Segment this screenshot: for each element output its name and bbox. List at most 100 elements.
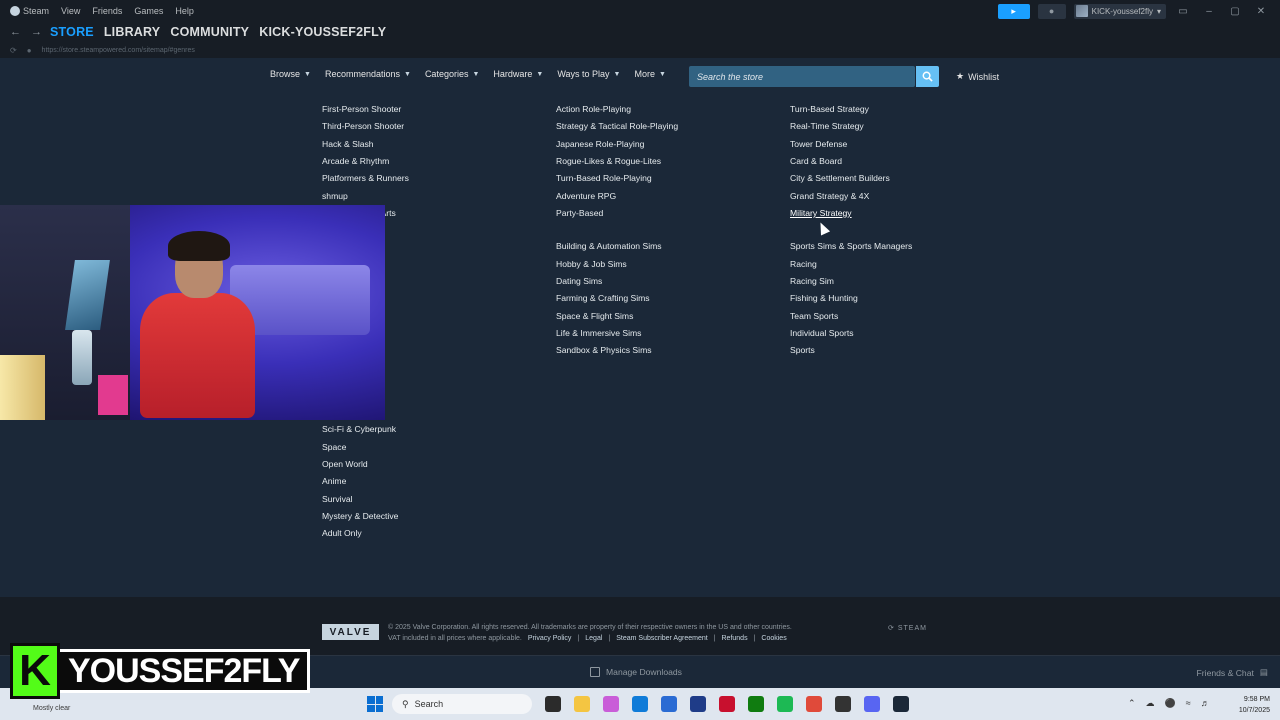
valve-logo[interactable]: VALVE (322, 624, 379, 640)
help-menu-item[interactable]: Help (175, 6, 194, 16)
app-l-icon[interactable] (690, 696, 706, 712)
games-menu-item[interactable]: Games (134, 6, 163, 16)
url-text[interactable]: https://store.steampowered.com/sitemap/#… (42, 47, 195, 54)
mcafee-icon[interactable] (719, 696, 735, 712)
broadcast-button[interactable]: ▸ (997, 3, 1030, 19)
genre-link[interactable]: Open World (322, 459, 368, 469)
genre-link[interactable]: Life & Immersive Sims (556, 328, 641, 338)
close-icon[interactable]: ✕ (1252, 6, 1270, 17)
view-menu-item[interactable]: View (61, 6, 80, 16)
minimize-icon[interactable]: – (1200, 6, 1218, 17)
tab-profile[interactable]: KICK-YOUSSEF2FLY (259, 25, 386, 39)
genre-link[interactable]: Mystery & Detective (322, 511, 398, 521)
user-menu[interactable]: KICK-youssef2fly ▾ (1073, 3, 1166, 19)
task-view-icon[interactable] (545, 696, 561, 712)
tab-community[interactable]: COMMUNITY (170, 25, 249, 39)
spotify-icon[interactable] (777, 696, 793, 712)
copilot-icon[interactable] (603, 696, 619, 712)
genre-link[interactable]: shmup (322, 191, 348, 201)
genre-link[interactable]: Arcade & Rhythm (322, 156, 389, 166)
genre-link[interactable]: Space & Flight Sims (556, 311, 633, 321)
store-nav-recommendations[interactable]: Recommendations ▼ (325, 69, 411, 79)
genre-link[interactable]: Grand Strategy & 4X (790, 191, 869, 201)
genre-link[interactable]: Farming & Crafting Sims (556, 293, 650, 303)
chrome-icon[interactable] (806, 696, 822, 712)
genre-link[interactable]: Team Sports (790, 311, 838, 321)
genre-link[interactable]: Rogue-Likes & Rogue-Lites (556, 156, 661, 166)
wifi-icon[interactable]: ≈ (1186, 698, 1191, 709)
tab-library[interactable]: LIBRARY (104, 25, 161, 39)
manage-downloads-button[interactable]: Manage Downloads (590, 667, 682, 677)
genre-link-hovered[interactable]: Military Strategy (790, 208, 852, 218)
steam-menu-item[interactable]: Steam (10, 6, 49, 17)
weather-widget[interactable]: Mostly clear (33, 705, 70, 712)
store-nav-hardware[interactable]: Hardware ▼ (493, 69, 543, 79)
genre-link[interactable]: Card & Board (790, 156, 842, 166)
taskbar-search[interactable]: ⚲ Search (392, 694, 532, 714)
genre-link[interactable]: Hobby & Job Sims (556, 259, 627, 269)
cloud-icon[interactable]: ☁ (1146, 698, 1155, 709)
search-button[interactable] (916, 66, 939, 87)
genre-link[interactable]: Party-Based (556, 208, 603, 218)
notifications-button[interactable]: ● (1037, 3, 1066, 19)
edge-icon[interactable] (632, 696, 648, 712)
genre-link[interactable]: Third-Person Shooter (322, 121, 404, 131)
obs-icon[interactable] (835, 696, 851, 712)
genre-link[interactable]: Sci-Fi & Cyberpunk (322, 424, 396, 434)
big-picture-icon[interactable]: ▭ (1174, 6, 1192, 17)
privacy-policy-link[interactable]: Privacy Policy (528, 635, 572, 642)
genre-link[interactable]: Real-Time Strategy (790, 121, 864, 131)
genre-link[interactable]: Sandbox & Physics Sims (556, 345, 652, 355)
genre-link[interactable]: Turn-Based Role-Playing (556, 173, 652, 183)
genre-link[interactable]: Turn-Based Strategy (790, 104, 869, 114)
steam-taskbar-icon[interactable] (893, 696, 909, 712)
mic-icon[interactable]: ⚫ (1165, 698, 1176, 709)
clock[interactable]: 9:58 PM 10/7/2025 (1228, 694, 1270, 716)
store-nav-categories[interactable]: Categories ▼ (425, 69, 479, 79)
volume-icon[interactable]: ♬ (1201, 698, 1210, 709)
genre-link[interactable]: Adult Only (322, 528, 362, 538)
genre-link[interactable]: Space (322, 442, 346, 452)
file-explorer-icon[interactable] (574, 696, 590, 712)
genre-link[interactable]: Strategy & Tactical Role-Playing (556, 121, 678, 131)
genre-link[interactable]: Hack & Slash (322, 139, 374, 149)
genre-link[interactable]: Building & Automation Sims (556, 241, 662, 251)
genre-link[interactable]: Individual Sports (790, 328, 854, 338)
tab-store[interactable]: STORE (50, 25, 94, 39)
cookies-link[interactable]: Cookies (761, 635, 786, 642)
store-nav-more[interactable]: More ▼ (634, 69, 665, 79)
genre-link[interactable]: Platformers & Runners (322, 173, 409, 183)
refunds-link[interactable]: Refunds (722, 635, 748, 642)
genre-link[interactable]: First-Person Shooter (322, 104, 401, 114)
store-nav-ways-to-play[interactable]: Ways to Play ▼ (557, 69, 620, 79)
genre-link[interactable]: Sports Sims & Sports Managers (790, 241, 912, 251)
windows-start-icon[interactable] (367, 696, 383, 712)
steam-footer-logo[interactable]: ⟳ STEAM (888, 624, 927, 632)
legal-link[interactable]: Legal (585, 635, 602, 642)
genre-link[interactable]: Survival (322, 494, 353, 504)
genre-link[interactable]: Dating Sims (556, 276, 602, 286)
genre-link[interactable]: Racing Sim (790, 276, 834, 286)
genre-link[interactable]: Sports (790, 345, 815, 355)
genre-link[interactable]: Tower Defense (790, 139, 847, 149)
genre-link[interactable]: Action Role-Playing (556, 104, 631, 114)
genre-link[interactable]: Racing (790, 259, 817, 269)
search-input[interactable] (697, 71, 897, 82)
maximize-icon[interactable]: ▢ (1226, 6, 1244, 17)
xbox-icon[interactable] (748, 696, 764, 712)
genre-link[interactable]: Fishing & Hunting (790, 293, 858, 303)
genre-link[interactable]: Adventure RPG (556, 191, 616, 201)
subscriber-agreement-link[interactable]: Steam Subscriber Agreement (616, 635, 707, 642)
store-nav-browse[interactable]: Browse ▼ (270, 69, 311, 79)
back-arrow-icon[interactable]: ← (10, 26, 21, 38)
wishlist-link[interactable]: ★ Wishlist (956, 71, 999, 82)
store-icon[interactable] (661, 696, 677, 712)
genre-link[interactable]: Anime (322, 476, 346, 486)
discord-icon[interactable] (864, 696, 880, 712)
friends-chat-button[interactable]: Friends & Chat ▤ (1197, 667, 1268, 678)
chevron-up-icon[interactable]: ⌃ (1128, 698, 1136, 709)
reload-icon[interactable]: ⟳ (10, 46, 17, 55)
genre-link[interactable]: City & Settlement Builders (790, 173, 890, 183)
forward-arrow-icon[interactable]: → (31, 26, 42, 38)
friends-menu-item[interactable]: Friends (92, 6, 122, 16)
